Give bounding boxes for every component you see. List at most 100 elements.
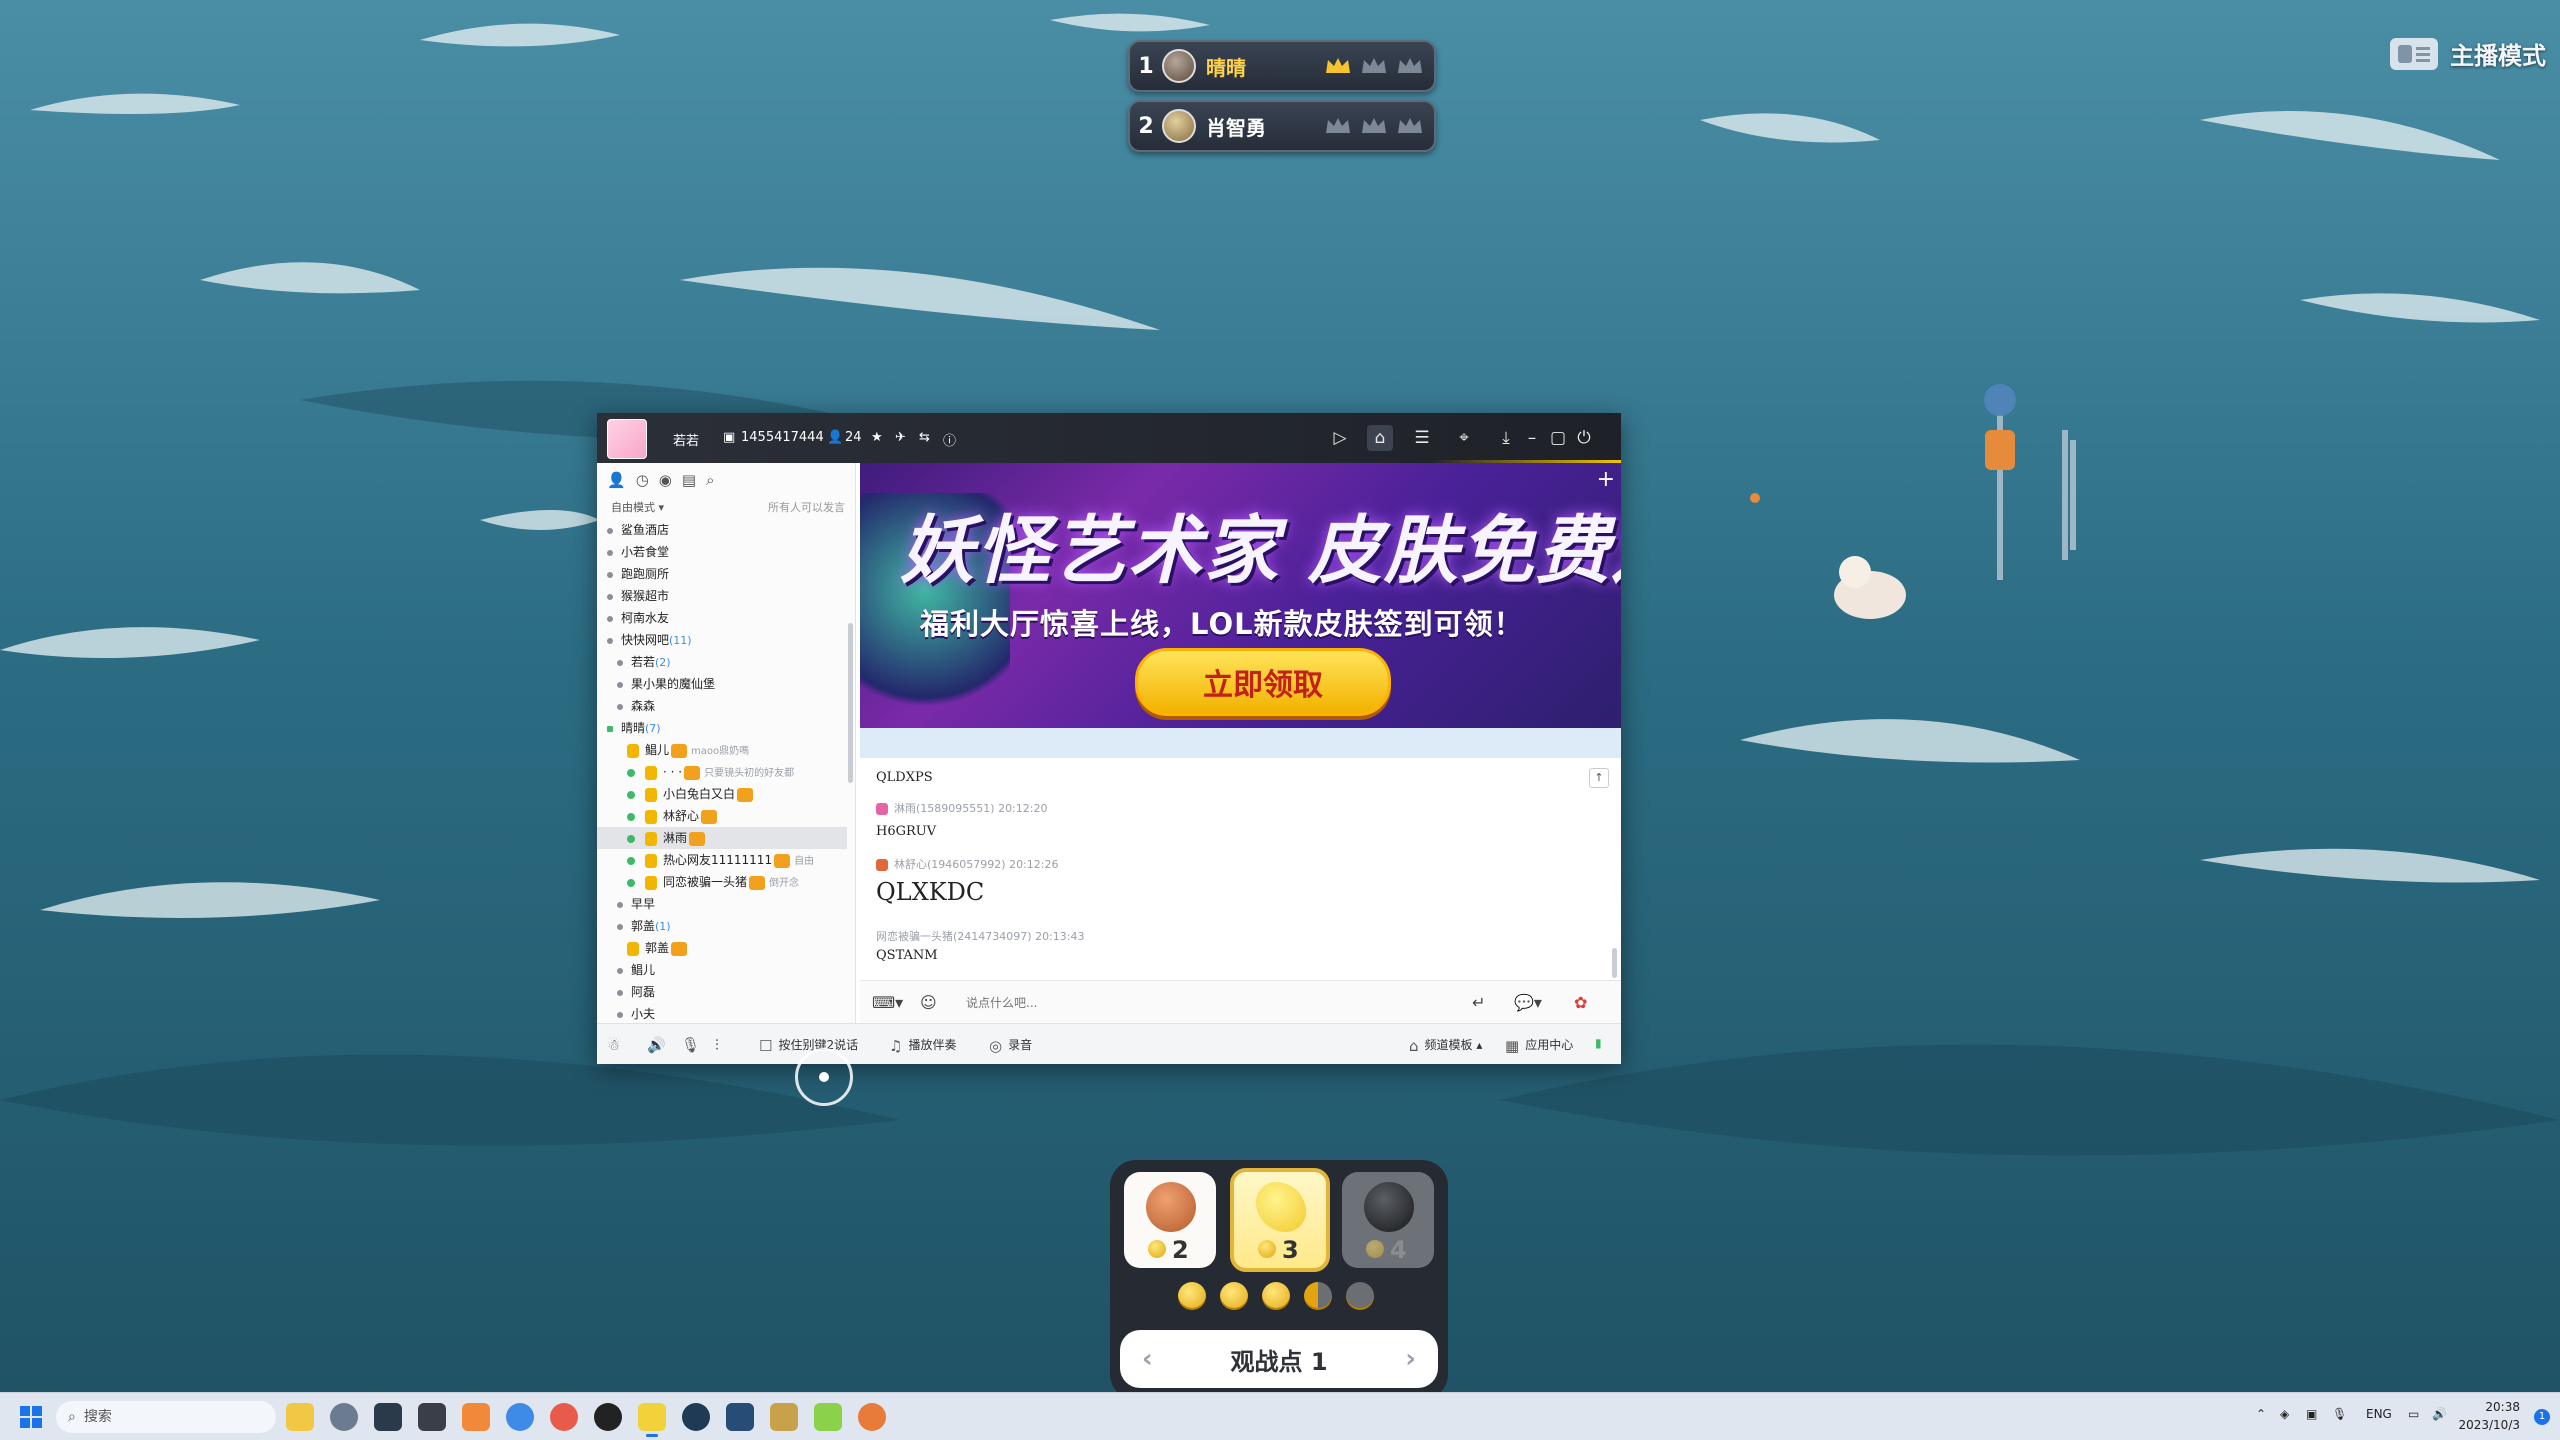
tree-item[interactable]: 郭盖 bbox=[597, 937, 847, 959]
tray-chevron-icon[interactable]: ⌃ bbox=[2256, 1407, 2266, 1421]
terminal-icon[interactable] bbox=[374, 1403, 402, 1431]
system-clock[interactable]: 20:38 2023/10/3 bbox=[2458, 1398, 2520, 1434]
app-center-button[interactable]: ▦ 应用中心 bbox=[1505, 1036, 1573, 1055]
file-explorer-icon[interactable] bbox=[286, 1403, 314, 1431]
rank-label: 1 bbox=[1138, 53, 1154, 79]
tree-item[interactable]: 猴猴超市 bbox=[597, 585, 847, 607]
gamepad-icon[interactable]: ⌖ bbox=[1451, 425, 1477, 451]
info-icon[interactable]: ⓘ bbox=[943, 430, 956, 449]
search-icon[interactable]: ⌕ bbox=[706, 471, 714, 489]
cube-app-icon[interactable] bbox=[418, 1403, 446, 1431]
tree-item[interactable]: 果小果的魔仙堡 bbox=[597, 673, 847, 695]
channel-bullet-icon bbox=[607, 615, 613, 622]
tray-mic-icon[interactable]: 🎙 bbox=[2332, 1407, 2347, 1421]
streamer-mode-button[interactable]: 主播模式 bbox=[2390, 36, 2546, 71]
plus-icon[interactable]: + bbox=[1597, 467, 1615, 492]
blue-app-icon[interactable] bbox=[506, 1403, 534, 1431]
emoji-icon[interactable]: ☺ bbox=[920, 993, 937, 1012]
mic-icon[interactable]: 🎙 bbox=[681, 1036, 706, 1054]
settings-icon[interactable] bbox=[330, 1403, 358, 1431]
tree-item[interactable]: 鲳儿 bbox=[597, 959, 847, 981]
tree-item-label: 柯南水友 bbox=[621, 611, 670, 625]
chat-scrollbar[interactable] bbox=[1612, 948, 1617, 978]
tree-item[interactable]: · · · 只要镜头初的好友都 bbox=[597, 761, 847, 783]
start-button[interactable] bbox=[20, 1406, 42, 1428]
tree-item[interactable]: 若若(2) bbox=[597, 651, 847, 673]
scroll-up-icon[interactable]: ↑ bbox=[1589, 768, 1609, 788]
record-button[interactable]: ◎ 录音 bbox=[989, 1036, 1032, 1055]
tree-item[interactable]: 小白兔白又白 bbox=[597, 783, 847, 805]
language-indicator[interactable]: ENG bbox=[2366, 1407, 2392, 1421]
tree-item[interactable]: 阿磊 bbox=[597, 981, 847, 1003]
taskbar-search[interactable]: ⌕ 搜索 bbox=[56, 1401, 276, 1433]
minimize-icon[interactable]: – bbox=[1519, 425, 1545, 451]
speaker-icon[interactable]: 🔊 bbox=[647, 1036, 672, 1054]
user-icon[interactable]: 👤 bbox=[607, 471, 626, 489]
tree-item[interactable]: 晴晴(7) bbox=[597, 717, 847, 739]
tree-item[interactable]: 淋雨 bbox=[597, 827, 847, 849]
red-app-icon[interactable] bbox=[550, 1403, 578, 1431]
share-icon[interactable]: ⇆ bbox=[919, 430, 930, 445]
green-app-icon[interactable] bbox=[814, 1403, 842, 1431]
tree-scrollbar[interactable] bbox=[848, 623, 853, 783]
music-button[interactable]: ♫ 播放伴奏 bbox=[889, 1036, 956, 1055]
chat-input[interactable] bbox=[964, 995, 1448, 1011]
item-card-wood[interactable]: 2 bbox=[1124, 1172, 1216, 1268]
tree-item[interactable]: 小若食堂 bbox=[597, 541, 847, 563]
tree-item[interactable]: 同恋被骗一头猪 倒开念 bbox=[597, 871, 847, 893]
steam-icon[interactable] bbox=[726, 1403, 754, 1431]
yy-app-icon[interactable] bbox=[638, 1403, 666, 1437]
download-icon[interactable]: ⤓ bbox=[1493, 425, 1519, 451]
location-icon[interactable]: ◉ bbox=[659, 471, 672, 489]
star-icon[interactable]: ★ bbox=[871, 430, 883, 445]
game-app-icon[interactable] bbox=[682, 1403, 710, 1431]
notes-icon[interactable]: ▤ bbox=[682, 471, 696, 489]
tree-item[interactable]: 鲳儿 maoo鼎奶嗎 bbox=[597, 739, 847, 761]
speak-mode-dropdown[interactable]: 自由模式 ▾ bbox=[611, 499, 664, 515]
prev-view-arrow-icon[interactable]: ‹ bbox=[1142, 1344, 1153, 1374]
cat-app-icon[interactable] bbox=[858, 1403, 886, 1431]
tree-item[interactable]: 森森 bbox=[597, 695, 847, 717]
user-signature: 倒开念 bbox=[769, 878, 800, 889]
history-icon[interactable]: ◷ bbox=[636, 471, 649, 489]
dark-app-icon[interactable] bbox=[594, 1403, 622, 1431]
list-icon[interactable]: ☰ bbox=[1409, 425, 1435, 451]
online-dot-icon bbox=[627, 768, 635, 777]
tree-item[interactable]: 热心网友11111111 自由 bbox=[597, 849, 847, 871]
plane-icon[interactable]: ✈ bbox=[895, 430, 906, 445]
chat-bubble-icon[interactable]: 💬▾ bbox=[1514, 993, 1542, 1012]
item-card-bomb[interactable]: 4 bbox=[1342, 1172, 1434, 1268]
tree-item[interactable]: 早早 bbox=[597, 893, 847, 915]
power-icon[interactable]: ⏻ bbox=[1571, 425, 1597, 451]
next-view-arrow-icon[interactable]: › bbox=[1405, 1344, 1416, 1374]
gamepad-icon[interactable]: ⌨▾ bbox=[872, 993, 903, 1012]
rose-icon[interactable]: ✿ bbox=[1574, 993, 1587, 1012]
channel-avatar[interactable] bbox=[607, 419, 647, 459]
notification-badge[interactable]: 1 bbox=[2534, 1409, 2550, 1425]
enter-icon[interactable]: ↵ bbox=[1472, 993, 1485, 1012]
crown-empty-icon bbox=[1398, 118, 1422, 133]
tray-app-icon[interactable]: ◈ bbox=[2280, 1407, 2289, 1421]
tree-item[interactable]: 快快网吧(11) bbox=[597, 629, 847, 651]
template-button[interactable]: ⌂ 频道模板 ▴ bbox=[1409, 1036, 1482, 1055]
tree-item[interactable]: 跑跑厕所 bbox=[597, 563, 847, 585]
tree-item[interactable]: 小夫 bbox=[597, 1003, 847, 1025]
equalizer-icon[interactable]: ⫶ bbox=[715, 1036, 725, 1054]
item-card-banana[interactable]: 3 bbox=[1230, 1168, 1330, 1272]
tree-item-label: 鲨鱼酒店 bbox=[621, 523, 670, 537]
maximize-icon[interactable]: ▢ bbox=[1545, 425, 1571, 451]
tray-display-icon[interactable]: ▣ bbox=[2306, 1407, 2317, 1421]
claim-now-button[interactable]: 立即领取 bbox=[1135, 648, 1391, 716]
home-icon[interactable]: ⌂ bbox=[1367, 425, 1393, 451]
volume-icon[interactable]: 🔊 bbox=[2432, 1407, 2447, 1421]
tree-item[interactable]: 林舒心 bbox=[597, 805, 847, 827]
tree-item[interactable]: 鲨鱼酒店 bbox=[597, 519, 847, 541]
lol-icon[interactable] bbox=[770, 1403, 798, 1431]
video-icon[interactable]: ▷ bbox=[1327, 425, 1353, 451]
tree-item[interactable]: 柯南水友 bbox=[597, 607, 847, 629]
promo-banner[interactable]: 妖怪艺术家 皮肤免费送 福利大厅惊喜上线，LOL新款皮肤签到可领！ 立即领取 + bbox=[860, 463, 1621, 728]
network-icon[interactable]: ▭ bbox=[2408, 1407, 2419, 1421]
mascot-icon[interactable]: ☃ bbox=[607, 1036, 626, 1054]
orange-app-icon[interactable] bbox=[462, 1403, 490, 1431]
tree-item[interactable]: 郭盖(1) bbox=[597, 915, 847, 937]
